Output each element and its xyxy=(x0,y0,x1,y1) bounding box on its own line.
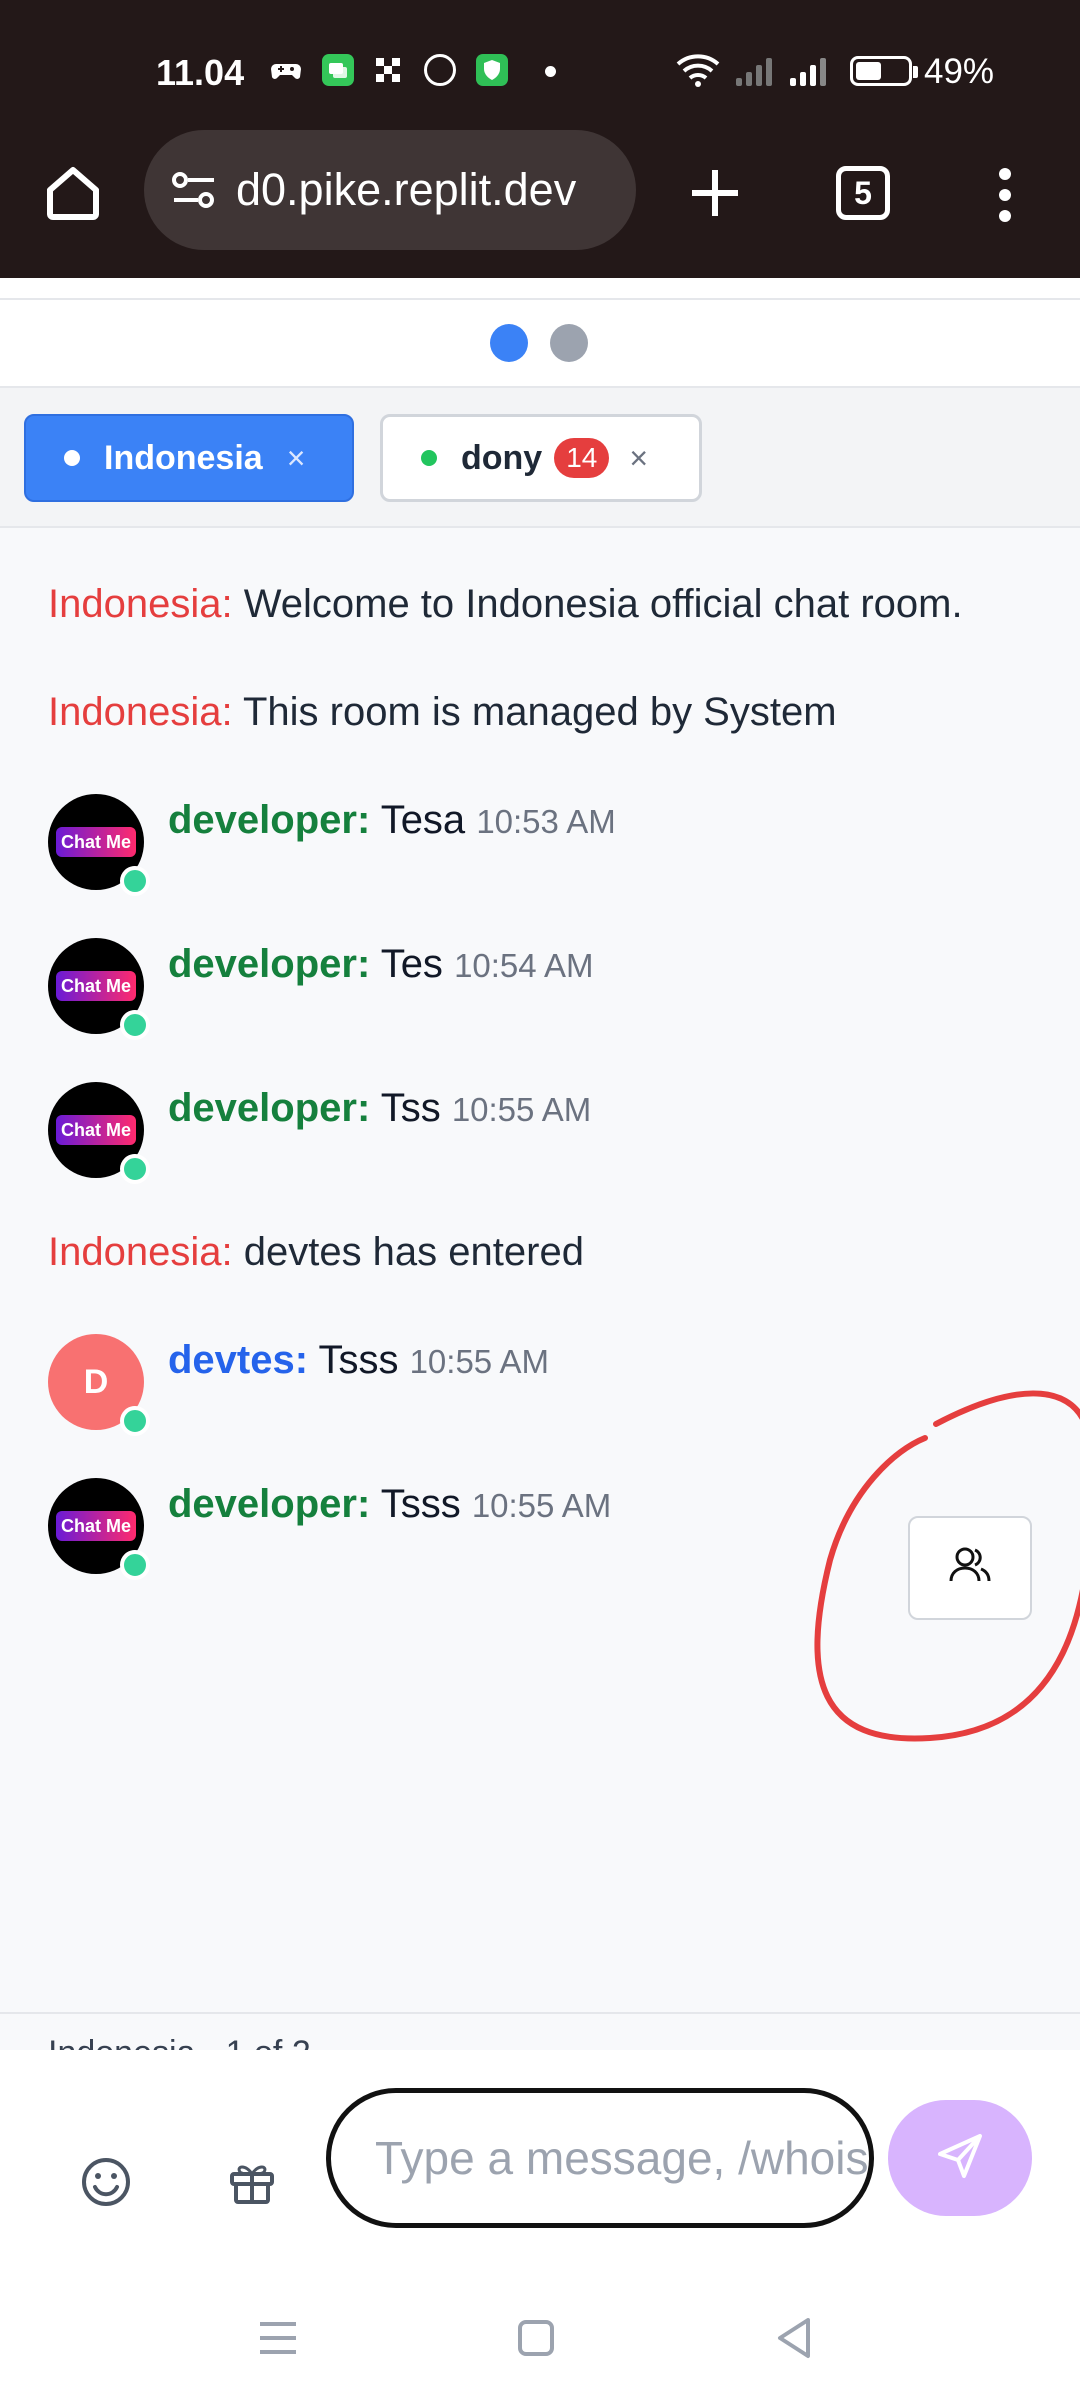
status-bar: 11.04 49% xyxy=(0,0,1080,144)
chatme-logo: Chat Me xyxy=(56,971,136,1001)
oval-app-icon xyxy=(424,54,456,86)
home-icon[interactable] xyxy=(38,158,108,228)
system-message: Indonesia: This room is managed by Syste… xyxy=(48,690,837,735)
message-text: This room is managed by System xyxy=(242,690,837,734)
message-time: 10:55 AM xyxy=(471,1487,612,1524)
carousel-dot[interactable] xyxy=(550,324,588,362)
browser-toolbar: d0.pike.replit.dev 5 xyxy=(0,130,1080,278)
message-time: 10:55 AM xyxy=(451,1091,592,1128)
tab-close-icon[interactable]: × xyxy=(287,440,306,477)
message-sender: Indonesia: xyxy=(48,690,233,734)
tab-dony[interactable]: dony 14 × xyxy=(380,414,702,502)
top-bar: 11.04 49% d0.pike.replit.dev 5 xyxy=(0,0,1080,278)
shield-app-icon xyxy=(476,54,508,86)
home-nav-icon[interactable] xyxy=(506,2308,566,2368)
users-icon xyxy=(945,1541,995,1596)
chatme-logo: Chat Me xyxy=(56,827,136,857)
room-footer-text: Indonesia · 1 of 2 xyxy=(48,2034,311,2050)
chat-message: Chat Me developer: Tesa 10:53 AM xyxy=(48,794,948,896)
signal-icon-sim2 xyxy=(790,56,826,86)
message-text: Tes xyxy=(380,942,443,986)
message-sender[interactable]: developer: xyxy=(168,1086,370,1130)
carousel-dot-active[interactable] xyxy=(490,324,528,362)
more-menu-icon[interactable] xyxy=(990,160,1020,230)
grid-app-icon xyxy=(372,54,404,86)
new-tab-icon[interactable] xyxy=(680,158,750,228)
message-sender[interactable]: developer: xyxy=(168,798,370,842)
address-bar[interactable]: d0.pike.replit.dev xyxy=(144,130,636,250)
site-settings-icon[interactable] xyxy=(166,162,222,218)
user-list-button[interactable] xyxy=(908,1516,1032,1620)
tab-status-dot xyxy=(421,450,437,466)
message-text: Tsss xyxy=(318,1338,399,1382)
tab-switcher-button[interactable]: 5 xyxy=(836,166,890,220)
notification-dot xyxy=(545,66,556,77)
message-text: Tss xyxy=(380,1086,441,1130)
battery-percent: 49% xyxy=(924,52,995,91)
message-sender: Indonesia: xyxy=(48,1230,233,1274)
message-sender: Indonesia: xyxy=(48,582,233,626)
chatme-logo: Chat Me xyxy=(56,1115,136,1145)
chat-messages[interactable]: Indonesia: Welcome to Indonesia official… xyxy=(0,530,1080,2012)
online-indicator xyxy=(120,1406,150,1436)
recents-icon[interactable] xyxy=(248,2308,308,2368)
message-sender[interactable]: developer: xyxy=(168,1482,370,1526)
tab-indonesia[interactable]: Indonesia × xyxy=(24,414,354,502)
page-top-separator xyxy=(0,278,1080,300)
message-text: devtes has entered xyxy=(243,1230,584,1274)
tab-label: dony xyxy=(461,438,543,477)
unread-badge: 14 xyxy=(554,438,610,478)
chatme-logo: Chat Me xyxy=(56,1511,136,1541)
chat-message: Chat Me developer: Tes 10:54 AM xyxy=(48,938,948,1040)
room-carousel xyxy=(0,300,1080,388)
online-indicator xyxy=(120,1154,150,1184)
battery-icon xyxy=(850,56,918,86)
message-sender[interactable]: developer: xyxy=(168,942,370,986)
message-text: Tsss xyxy=(380,1482,461,1526)
online-indicator xyxy=(120,866,150,896)
tab-close-icon[interactable]: × xyxy=(629,440,648,477)
room-tabs: Indonesia × dony 14 × xyxy=(0,388,1080,528)
signal-icon-sim1 xyxy=(736,56,772,86)
back-icon[interactable] xyxy=(764,2308,824,2368)
chat-message: D devtes: Tsss 10:55 AM xyxy=(48,1334,948,1436)
message-time: 10:54 AM xyxy=(454,947,594,984)
status-time: 11.04 xyxy=(156,52,245,93)
message-time: 10:53 AM xyxy=(476,803,616,840)
tab-status-dot xyxy=(64,450,80,466)
gamepad-icon xyxy=(270,54,302,86)
system-message: Indonesia: Welcome to Indonesia official… xyxy=(48,582,963,627)
message-composer xyxy=(0,2050,1080,2270)
message-sender[interactable]: devtes: xyxy=(168,1338,308,1382)
send-icon xyxy=(932,2128,988,2189)
message-text: Welcome to Indonesia official chat room. xyxy=(243,582,963,626)
messages-app-icon xyxy=(322,54,354,86)
room-footer: Indonesia · 1 of 2 xyxy=(0,2012,1080,2050)
online-indicator xyxy=(120,1010,150,1040)
gift-icon[interactable] xyxy=(224,2154,280,2210)
url-text: d0.pike.replit.dev xyxy=(236,164,577,215)
message-time: 10:55 AM xyxy=(409,1343,550,1380)
wifi-icon xyxy=(676,52,720,93)
send-button[interactable] xyxy=(888,2100,1032,2216)
system-message: Indonesia: devtes has entered xyxy=(48,1230,584,1275)
chat-message: Chat Me developer: Tsss 10:55 AM xyxy=(48,1478,948,1580)
message-input[interactable] xyxy=(326,2088,874,2228)
system-nav-bar xyxy=(0,2270,1080,2400)
tab-label: Indonesia xyxy=(104,438,263,477)
online-indicator xyxy=(120,1550,150,1580)
chat-message: Chat Me developer: Tss 10:55 AM xyxy=(48,1082,948,1184)
emoji-icon[interactable] xyxy=(78,2154,134,2210)
message-text: Tesa xyxy=(380,798,466,842)
